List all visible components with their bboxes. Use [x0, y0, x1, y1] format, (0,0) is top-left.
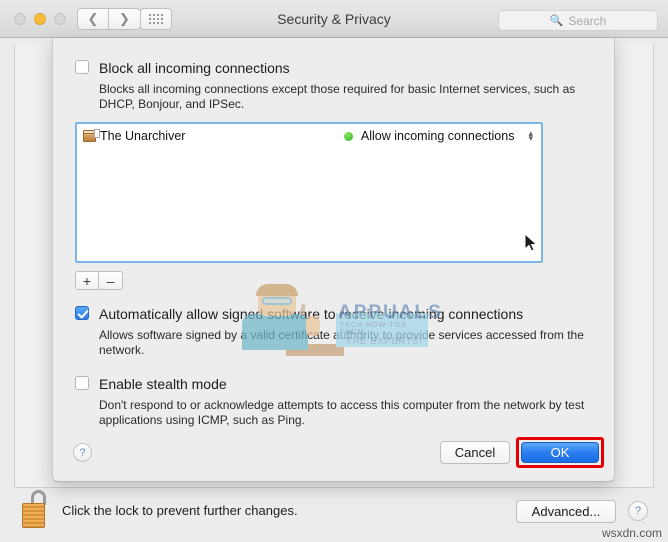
app-name: The Unarchiver	[100, 129, 186, 143]
table-row[interactable]: The Unarchiver Allow incoming connection…	[77, 124, 541, 148]
app-state-label: Allow incoming connections	[360, 129, 515, 143]
advanced-button[interactable]: Advanced...	[516, 500, 616, 523]
site-watermark: wsxdn.com	[601, 526, 662, 540]
auto-allow-description: Allows software signed by a valid certif…	[99, 328, 584, 357]
stealth-mode-row: Enable stealth mode Don't respond to or …	[75, 376, 595, 428]
search-placeholder: Search	[568, 13, 607, 28]
add-remove-buttons: + –	[75, 271, 123, 290]
chevron-updown-icon[interactable]: ▴ ▾	[528, 129, 533, 143]
remove-app-button[interactable]: –	[99, 271, 123, 290]
archive-app-icon	[83, 129, 100, 143]
mouse-cursor	[524, 233, 538, 252]
cancel-button[interactable]: Cancel	[440, 441, 510, 464]
stealth-mode-label: Enable stealth mode	[99, 376, 227, 392]
search-input[interactable]: 🔍 Search	[498, 10, 658, 31]
add-app-button[interactable]: +	[75, 271, 99, 290]
auto-allow-checkbox[interactable]	[75, 306, 89, 320]
firewall-options-sheet: Block all incoming connections Blocks al…	[52, 38, 615, 482]
stepper-down: ▾	[528, 133, 533, 143]
auto-allow-label: Automatically allow signed software to r…	[99, 306, 524, 322]
status-badge	[343, 131, 353, 141]
open-padlock-icon[interactable]	[22, 490, 52, 528]
block-all-label: Block all incoming connections	[99, 60, 290, 76]
security-privacy-window: ❮ ❯ Security & Privacy 🔍 Search Block al…	[0, 0, 668, 542]
block-all-row: Block all incoming connections Blocks al…	[75, 60, 595, 112]
search-icon: 🔍	[549, 15, 564, 27]
stealth-mode-description: Don't respond to or acknowledge attempts…	[99, 398, 585, 427]
window-titlebar: ❮ ❯ Security & Privacy 🔍 Search	[0, 0, 668, 38]
sheet-help-button[interactable]: ?	[73, 443, 92, 462]
lock-status-text: Click the lock to prevent further change…	[62, 503, 298, 518]
app-state-popup[interactable]: Allow incoming connections ▴ ▾	[343, 124, 533, 148]
auto-allow-row: Automatically allow signed software to r…	[75, 306, 595, 358]
application-list[interactable]: The Unarchiver Allow incoming connection…	[75, 122, 543, 263]
help-button[interactable]: ?	[628, 501, 648, 521]
ok-button[interactable]: OK	[521, 442, 599, 463]
block-all-description: Blocks all incoming connections except t…	[99, 82, 576, 111]
block-all-checkbox[interactable]	[75, 60, 89, 74]
stealth-mode-checkbox[interactable]	[75, 376, 89, 390]
